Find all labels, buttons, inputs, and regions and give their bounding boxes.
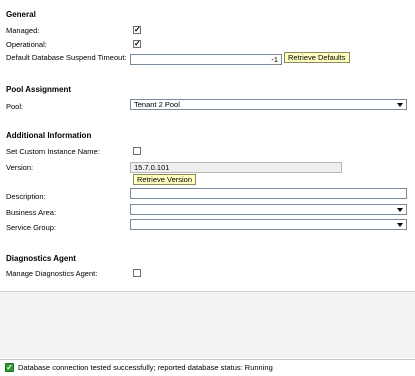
description-label: Description: <box>6 192 46 201</box>
section-additional-info-title: Additional Information <box>6 131 92 140</box>
business-area-select[interactable] <box>130 204 407 215</box>
section-pool-assignment-title: Pool Assignment <box>6 85 72 94</box>
section-general-title: General <box>6 10 36 19</box>
operational-checkbox[interactable]: ✓ <box>133 40 141 48</box>
service-group-select[interactable] <box>130 219 407 230</box>
operational-label: Operational: <box>6 40 47 49</box>
status-bar: ✓ Database connection tested successfull… <box>0 359 415 376</box>
version-field: 15.7.0.101 <box>130 162 342 173</box>
status-message: Database connection tested successfully;… <box>18 363 273 372</box>
chevron-down-icon <box>397 208 403 212</box>
managed-checkbox[interactable]: ✓ <box>133 26 141 34</box>
chevron-down-icon <box>397 103 403 107</box>
custom-name-checkbox[interactable] <box>133 147 141 155</box>
success-check-icon: ✓ <box>5 363 14 372</box>
timeout-label: Default Database Suspend Timeout: <box>6 53 127 62</box>
description-input[interactable] <box>130 188 407 199</box>
lower-panel <box>0 291 415 358</box>
version-label: Version: <box>6 163 34 172</box>
custom-name-label: Set Custom Instance Name: <box>6 147 100 156</box>
service-group-label: Service Group: <box>6 223 57 232</box>
pool-value: Tenant 2 Pool <box>134 100 180 109</box>
check-icon: ✓ <box>134 25 141 34</box>
timeout-input[interactable]: -1 <box>130 54 282 65</box>
pool-label: Pool: <box>6 102 24 111</box>
pool-select[interactable]: Tenant 2 Pool <box>130 99 407 110</box>
timeout-value: -1 <box>271 55 278 64</box>
business-area-label: Business Area: <box>6 208 57 217</box>
section-diagnostics-title: Diagnostics Agent <box>6 254 76 263</box>
check-icon: ✓ <box>134 39 141 48</box>
manage-diagnostics-checkbox[interactable] <box>133 269 141 277</box>
manage-diagnostics-label: Manage Diagnostics Agent: <box>6 269 98 278</box>
retrieve-version-button[interactable]: Retrieve Version <box>133 174 197 185</box>
chevron-down-icon <box>397 223 403 227</box>
retrieve-defaults-button[interactable]: Retrieve Defaults <box>284 52 350 63</box>
version-value: 15.7.0.101 <box>134 163 170 172</box>
managed-label: Managed: <box>6 26 40 35</box>
